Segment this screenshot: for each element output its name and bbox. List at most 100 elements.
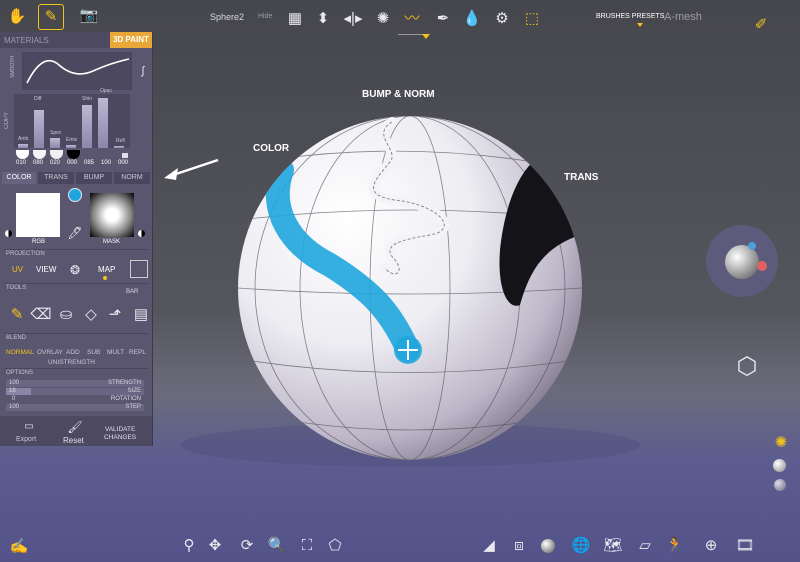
projection-map[interactable]: MAP (98, 265, 115, 274)
falloff-curve-editor[interactable] (22, 52, 132, 90)
slider-shin[interactable] (82, 105, 92, 148)
stroke-icon[interactable]: 〰 (401, 8, 423, 30)
swatch[interactable] (33, 150, 46, 159)
material-sliders[interactable]: Amb Diff Spec Emis Shin Opac Refl (14, 88, 130, 148)
flip-vertical-icon[interactable]: ⬍ (312, 8, 334, 30)
slider-diff[interactable] (34, 110, 44, 148)
blend-normal[interactable]: NORMAL (6, 349, 34, 356)
smudge-tool-icon[interactable]: ◇ (80, 304, 102, 326)
paint-mode-button[interactable]: ✎ (38, 4, 64, 30)
plane-icon[interactable]: ▱ (634, 535, 656, 557)
stamp-tool-icon[interactable]: ⛀ (55, 304, 77, 326)
hide-button[interactable]: Hide (258, 13, 272, 20)
amesh-label[interactable]: A-mesh (664, 11, 702, 23)
invert-mask-icon[interactable] (138, 230, 145, 237)
map-edit-button[interactable] (130, 260, 148, 278)
tab-color[interactable]: COLOR (2, 172, 36, 184)
pen-icon[interactable]: ✒ (432, 8, 454, 30)
swatch[interactable] (67, 150, 80, 159)
slider-emis[interactable] (66, 145, 76, 148)
projection-uv[interactable]: UV (12, 265, 23, 274)
material-ball-1[interactable] (773, 459, 786, 472)
bar-toggle[interactable]: BAR (126, 289, 138, 295)
rotation-slider[interactable]: 0 ROTATION (6, 396, 144, 403)
globe-icon[interactable]: 🌐 (570, 535, 592, 557)
drop-icon[interactable]: 💧 (461, 8, 483, 30)
unistrength-toggle[interactable]: UNISTRENGTH (48, 359, 95, 366)
materials-tab[interactable]: MATERIALS (4, 36, 49, 45)
folder-icon[interactable]: ▭ (18, 420, 40, 434)
symmetry-icon[interactable]: ◂|▸ (342, 8, 364, 30)
rotate-icon[interactable]: ⟳ (236, 535, 258, 557)
color-picker-dot[interactable] (68, 188, 82, 202)
size-slider[interactable]: 18 SIZE (6, 388, 144, 395)
blend-add[interactable]: ADD (66, 349, 80, 356)
swatch[interactable] (16, 150, 29, 159)
render-film-icon[interactable]: 🎞 (734, 535, 756, 557)
reset-button[interactable]: Reset (63, 436, 84, 445)
blend-sub[interactable]: SUB (87, 349, 100, 356)
projection-view[interactable]: VIEW (36, 265, 56, 274)
object-name[interactable]: Sphere2 (210, 12, 244, 22)
projection-sphere-icon[interactable]: ❂ (64, 259, 86, 281)
view-cube-icon[interactable]: ⬡ (732, 352, 762, 382)
eyedropper-icon[interactable]: 🖊 (64, 222, 86, 244)
swatch[interactable] (50, 150, 63, 159)
material-ball-2[interactable] (774, 479, 786, 491)
separator (4, 368, 148, 369)
gear-icon[interactable]: ⚙ (491, 8, 513, 30)
notes-icon[interactable]: ✍ (8, 536, 30, 558)
eraser-tool-icon[interactable]: ⌫ (30, 304, 52, 326)
slider-spec[interactable] (50, 138, 60, 148)
tab-trans[interactable]: TRANS (38, 172, 74, 184)
slider-label-refl: Refl (116, 138, 125, 144)
add-mesh-icon[interactable]: ⊕ (700, 535, 722, 557)
mask-preview[interactable] (90, 193, 134, 237)
sphere-wireframe (238, 116, 582, 460)
paint-tab[interactable]: 3D PAINT (110, 32, 152, 48)
brushes-presets-button[interactable]: BRUSHES PRESETS (596, 13, 664, 20)
navigation-widget-sphere (725, 245, 759, 279)
invert-color-icon[interactable] (5, 230, 12, 237)
texture-icon[interactable]: 🗺 (602, 535, 624, 557)
figure-icon[interactable]: 🏃 (664, 535, 686, 557)
blend-repl[interactable]: REPL (129, 349, 146, 356)
material-thumbnail-icon[interactable] (122, 153, 128, 158)
export-button[interactable]: Export (16, 436, 36, 443)
rgb-color-swatch[interactable] (16, 193, 60, 237)
blend-overlay[interactable]: OVRLAY (37, 349, 63, 356)
fill-tool-icon[interactable]: ⬏ (104, 304, 126, 326)
cube-view-icon[interactable]: ⬠ (324, 535, 346, 557)
curve-preset-icon[interactable]: ʃ (132, 60, 154, 82)
sphere-dots-icon[interactable]: ✺ (372, 8, 394, 30)
validate-changes-button[interactable]: VALIDATE CHANGES (104, 426, 136, 442)
map-indicator (103, 276, 107, 280)
bucket-icon[interactable]: ⬚ (521, 8, 543, 30)
grid-icon[interactable]: ▦ (284, 8, 306, 30)
shaded-sphere-icon[interactable] (541, 539, 555, 553)
film-tool-icon[interactable]: ▤ (130, 304, 152, 326)
reset-brush-icon[interactable]: 🖌 (64, 416, 86, 438)
tab-bump[interactable]: BUMP (76, 172, 112, 184)
frame-icon[interactable]: ⛶ (296, 535, 318, 557)
zoom-icon[interactable]: 🔍 (266, 535, 288, 557)
camera-icon[interactable]: 📷 (78, 5, 100, 27)
material-swatches[interactable] (16, 150, 116, 159)
light-icon[interactable]: ✺ (770, 432, 792, 454)
hand-icon[interactable]: ✋ (6, 6, 28, 28)
slider-refl[interactable] (114, 146, 124, 148)
step-slider[interactable]: 100 STEP (6, 404, 144, 411)
paint-tool-icon[interactable]: ✎ (6, 304, 28, 326)
tab-norm[interactable]: NORM (114, 172, 150, 184)
blend-mult[interactable]: MULT (107, 349, 124, 356)
brush-settings-icon[interactable]: ✐ (750, 14, 772, 36)
slider-amb[interactable] (18, 144, 28, 148)
brush-stroke-icon[interactable]: ◢ (478, 535, 500, 557)
move-icon[interactable]: ✥ (204, 535, 226, 557)
slider-label-diff: Diff (34, 96, 42, 102)
strength-slider[interactable]: 100 STRENGTH (6, 380, 144, 387)
slider-opac[interactable] (98, 98, 108, 148)
navigation-widget-marker (748, 242, 756, 250)
wire-cube-icon[interactable]: ⧈ (508, 535, 530, 557)
pose-icon[interactable]: ⚲ (178, 535, 200, 557)
